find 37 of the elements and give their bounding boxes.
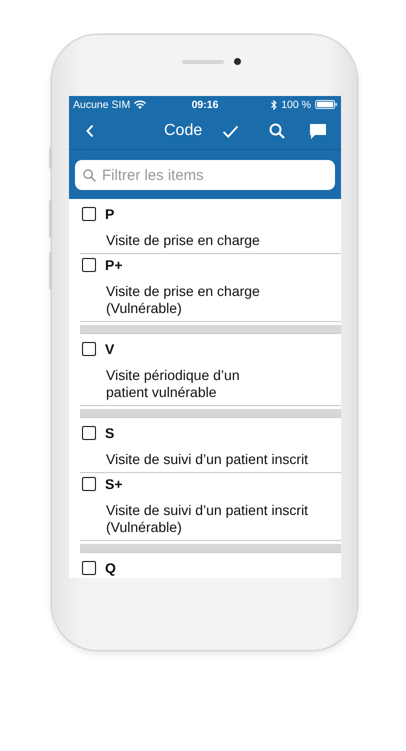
item-description: Visite périodique d’un patient vulnérable <box>106 367 241 401</box>
checkbox[interactable] <box>82 207 96 221</box>
item-description: Visite de prise en charge <box>106 232 261 249</box>
list-item[interactable]: Q <box>80 557 341 578</box>
chat-bubble-icon[interactable] <box>309 122 327 140</box>
bluetooth-icon <box>271 100 278 110</box>
item-code: S <box>105 425 114 441</box>
back-icon[interactable] <box>86 124 94 138</box>
checkbox[interactable] <box>82 342 96 356</box>
item-code: P+ <box>105 257 123 273</box>
list-item[interactable]: P+ Visite de prise en charge (Vulnérable) <box>80 254 341 322</box>
search-icon[interactable] <box>269 123 286 139</box>
camera-lens <box>234 58 241 65</box>
checkbox[interactable] <box>82 561 96 575</box>
list-item[interactable]: V Visite périodique d’un patient vulnérable <box>80 338 341 406</box>
list-item[interactable]: S+ Visite de suivi d’un patient inscrit (Vulnérable) <box>80 473 341 541</box>
clock-time: 09:16 <box>192 98 218 110</box>
checkbox[interactable] <box>82 258 96 272</box>
item-code: V <box>105 341 114 357</box>
search-field[interactable]: Filtrer les items <box>75 160 335 190</box>
screen-title: Code <box>164 122 202 140</box>
list-item[interactable]: P Visite de prise en charge <box>80 203 341 254</box>
item-description: Visite de prise en charge (Vulnérable) <box>106 283 261 317</box>
item-code: P <box>105 206 114 222</box>
battery-icon <box>314 100 337 109</box>
search-icon <box>83 169 96 182</box>
checkbox[interactable] <box>82 477 96 491</box>
list-item[interactable]: S Visite de suivi d’un patient inscrit <box>80 422 341 473</box>
wifi-icon <box>134 100 146 109</box>
battery-percent: 100 % <box>281 98 311 110</box>
item-code: Q <box>105 560 116 576</box>
checkmark-icon[interactable] <box>222 124 240 138</box>
item-description: Visite de suivi d’un patient inscrit <box>106 451 310 468</box>
carrier-label: Aucune SIM <box>73 98 130 110</box>
item-description: Visite de suivi d’un patient inscrit (Vulnérable) <box>106 502 310 536</box>
checkbox[interactable] <box>82 426 96 440</box>
item-code: S+ <box>105 476 123 492</box>
